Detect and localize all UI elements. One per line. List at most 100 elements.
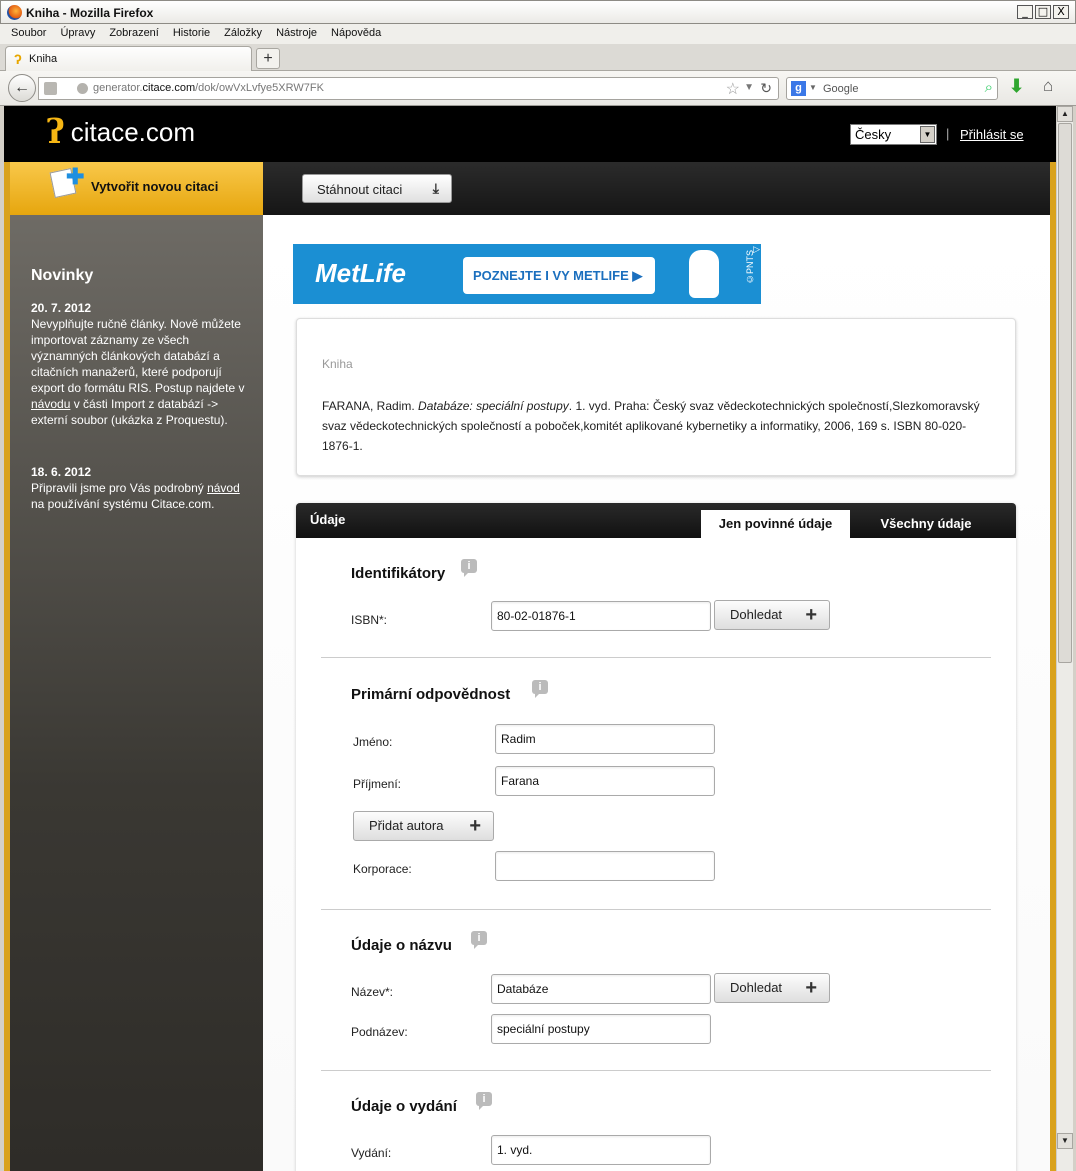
navigation-bar: ← generator.citace.com/dok/owVxLvfye5XRW… (0, 71, 1076, 106)
logo-text: citace.com (70, 116, 195, 147)
download-icon: ⤓ (432, 180, 439, 196)
search-bar[interactable]: g ▼ Google ⌕ (786, 77, 998, 100)
menu-zalozky[interactable]: Záložky (224, 24, 262, 44)
info-icon[interactable]: i (532, 680, 548, 698)
ad-credit: ©PNTS (745, 250, 755, 285)
news-date: 20. 7. 2012 (31, 301, 92, 315)
chevron-down-icon: ▼ (920, 126, 935, 143)
add-author-button[interactable]: Přidat autora + (353, 811, 494, 841)
last-name-input[interactable]: Farana (495, 766, 715, 796)
download-arrow-icon[interactable]: ⬇ (1009, 76, 1024, 97)
scroll-up-icon[interactable]: ▲ (1057, 106, 1073, 122)
logo-mark-icon: ʔ (46, 112, 65, 152)
news-text: Připravili jsme pro Vás podrobný návod n… (31, 481, 240, 511)
menu-upravy[interactable]: Úpravy (60, 24, 95, 44)
google-icon[interactable]: g (791, 81, 806, 96)
search-placeholder: Google (823, 83, 859, 95)
history-dropdown-icon[interactable]: ▼ (744, 82, 754, 93)
form-header: Údaje Jen povinné údaje Všechny údaje (296, 503, 1016, 538)
news-link[interactable]: návodu (31, 397, 70, 411)
menu-soubor[interactable]: Soubor (11, 24, 46, 44)
edition-label: Vydání: (351, 1146, 392, 1160)
citation-preview: Kniha FARANA, Radim. Databáze: speciální… (296, 318, 1016, 476)
tab-strip: ʔ Kniha + (0, 44, 1076, 71)
create-citation-label: Vytvořit novou citaci (91, 179, 219, 194)
name-input[interactable]: Databáze (491, 974, 711, 1004)
back-button[interactable]: ← (8, 74, 36, 102)
section-identifiers-title: Identifikátory (351, 565, 446, 582)
section-edition-title: Údaje o vydání (351, 1098, 457, 1115)
plus-icon: + (469, 815, 481, 837)
ad-cta-button[interactable]: POZNEJTE I VY METLIFE ▶ (463, 257, 655, 294)
snoopy-image (689, 250, 719, 298)
news-text: Nevyplňujte ručně články. Nově můžete im… (31, 317, 245, 427)
tab-all-fields[interactable]: Všechny údaje (862, 510, 990, 538)
page-scrollbar[interactable]: ▲ ▼ (1056, 106, 1073, 1171)
info-icon[interactable]: i (471, 931, 487, 949)
menu-zobrazeni[interactable]: Zobrazení (109, 24, 159, 44)
download-citation-button[interactable]: Stáhnout citaci ⤓ (302, 174, 452, 203)
subtitle-input[interactable]: speciální postupy (491, 1014, 711, 1044)
news-item: 20. 7. 2012 Nevyplňujte ručně články. No… (31, 300, 246, 428)
url-bar[interactable]: generator.citace.com/dok/owVxLvfye5XRW7F… (38, 77, 779, 100)
citation-type: Kniha (322, 357, 353, 371)
isbn-lookup-button[interactable]: Dohledat + (714, 600, 830, 630)
reload-icon[interactable]: ↻ (760, 80, 772, 97)
news-heading: Novinky (31, 267, 94, 284)
new-tab-button[interactable]: + (256, 48, 280, 69)
corporation-input[interactable] (495, 851, 715, 881)
plus-icon: ✚ (66, 164, 85, 189)
close-button[interactable]: X (1053, 5, 1069, 19)
action-bar: ✚ Vytvořit novou citaci Stáhnout citaci … (10, 162, 1050, 215)
menu-historie[interactable]: Historie (173, 24, 210, 44)
subtitle-label: Podnázev: (351, 1025, 408, 1039)
form-title: Údaje (310, 512, 346, 527)
isbn-label: ISBN*: (351, 613, 388, 627)
create-citation-button[interactable]: ✚ Vytvořit novou citaci (10, 162, 263, 215)
scroll-thumb[interactable] (1058, 123, 1072, 663)
scroll-down-icon[interactable]: ▼ (1057, 1133, 1073, 1149)
search-icon[interactable]: ⌕ (985, 79, 993, 96)
search-engine-dropdown-icon[interactable]: ▼ (809, 83, 817, 92)
home-icon[interactable]: ⌂ (1043, 76, 1053, 96)
maximize-button[interactable]: □ (1035, 5, 1051, 19)
citation-text: FARANA, Radim. Databáze: speciální postu… (322, 399, 980, 453)
adchoices-icon[interactable]: ▷ (753, 244, 760, 255)
menu-napoveda[interactable]: Nápověda (331, 24, 381, 44)
tab-required-fields[interactable]: Jen povinné údaje (701, 510, 850, 538)
news-item: 18. 6. 2012 Připravili jsme pro Vás podr… (31, 464, 246, 512)
site-logo[interactable]: ʔ citace.com (46, 114, 195, 150)
add-author-label: Přidat autora (369, 818, 444, 833)
menu-nastroje[interactable]: Nástroje (276, 24, 317, 44)
globe-icon (77, 83, 88, 94)
login-link[interactable]: Přihlásit se (960, 127, 1024, 142)
plus-icon: + (805, 977, 817, 999)
info-icon[interactable]: i (461, 559, 477, 577)
header-separator: | (946, 126, 950, 141)
bookmark-star-icon[interactable]: ☆ (726, 79, 740, 99)
window-titlebar: Kniha - Mozilla Firefox _ □ X (0, 0, 1076, 24)
section-primary-title: Primární odpovědnost (351, 686, 511, 703)
section-divider (321, 909, 991, 910)
info-icon[interactable]: i (476, 1092, 492, 1110)
first-name-label: Jméno: (353, 735, 393, 749)
citation-form: Údaje Jen povinné údaje Všechny údaje Id… (296, 503, 1016, 1171)
language-select[interactable]: Česky ▼ (850, 124, 937, 145)
title-lookup-button[interactable]: Dohledat + (714, 973, 830, 1003)
window-controls: _ □ X (1017, 5, 1069, 19)
isbn-input[interactable]: 80-02-01876-1 (491, 601, 711, 631)
last-name-label: Příjmení: (353, 777, 402, 791)
news-sidebar: Novinky 20. 7. 2012 Nevyplňujte ručně čl… (10, 215, 263, 1171)
section-divider (321, 657, 991, 658)
minimize-button[interactable]: _ (1017, 5, 1033, 19)
section-title-info-title: Údaje o názvu (351, 937, 452, 954)
news-link[interactable]: návod (207, 481, 240, 495)
first-name-input[interactable]: Radim (495, 724, 715, 754)
edition-input[interactable]: 1. vyd. (491, 1135, 711, 1165)
browser-tab[interactable]: ʔ Kniha (5, 46, 252, 71)
name-label: Název*: (351, 985, 394, 999)
site-identity-icon[interactable] (44, 82, 57, 95)
metlife-banner-ad[interactable]: MetLife POZNEJTE I VY METLIFE ▶ ©PNTS ▷ (293, 244, 761, 304)
url-text: generator.citace.com/dok/owVxLvfye5XRW7F… (93, 82, 324, 94)
citace-favicon-icon: ʔ (14, 51, 22, 67)
